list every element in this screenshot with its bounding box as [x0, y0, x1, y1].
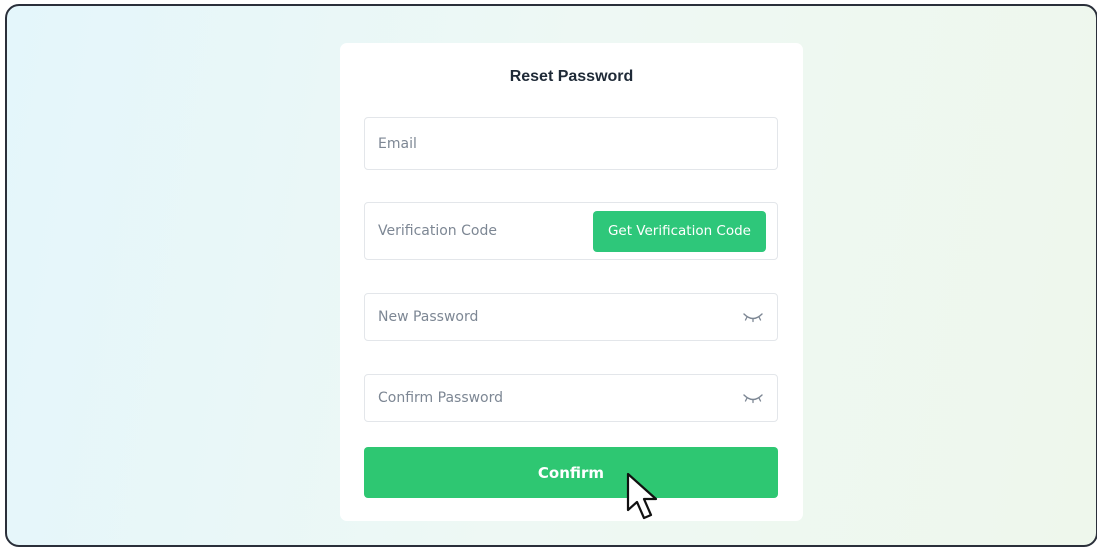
verification-code-placeholder: Verification Code: [378, 223, 497, 239]
confirm-password-placeholder: Confirm Password: [378, 390, 504, 406]
confirm-button[interactable]: Confirm: [364, 447, 778, 498]
window-frame: Reset Password Email Verification Code G…: [5, 4, 1097, 547]
email-placeholder: Email: [378, 135, 417, 152]
get-verification-code-button[interactable]: Get Verification Code: [592, 211, 766, 252]
verification-code-field[interactable]: Verification Code Get Verification Code: [364, 202, 778, 260]
confirm-password-field[interactable]: Confirm Password: [364, 374, 778, 422]
reset-password-card: Reset Password Email Verification Code G…: [340, 43, 803, 521]
new-password-placeholder: New Password: [378, 309, 479, 325]
new-password-field[interactable]: New Password: [364, 293, 778, 341]
form-title: Reset Password: [509, 68, 634, 85]
mouse-pointer-icon: [626, 472, 658, 520]
eye-closed-icon[interactable]: [743, 392, 763, 404]
email-field[interactable]: Email: [364, 117, 778, 170]
eye-closed-icon[interactable]: [743, 311, 763, 323]
